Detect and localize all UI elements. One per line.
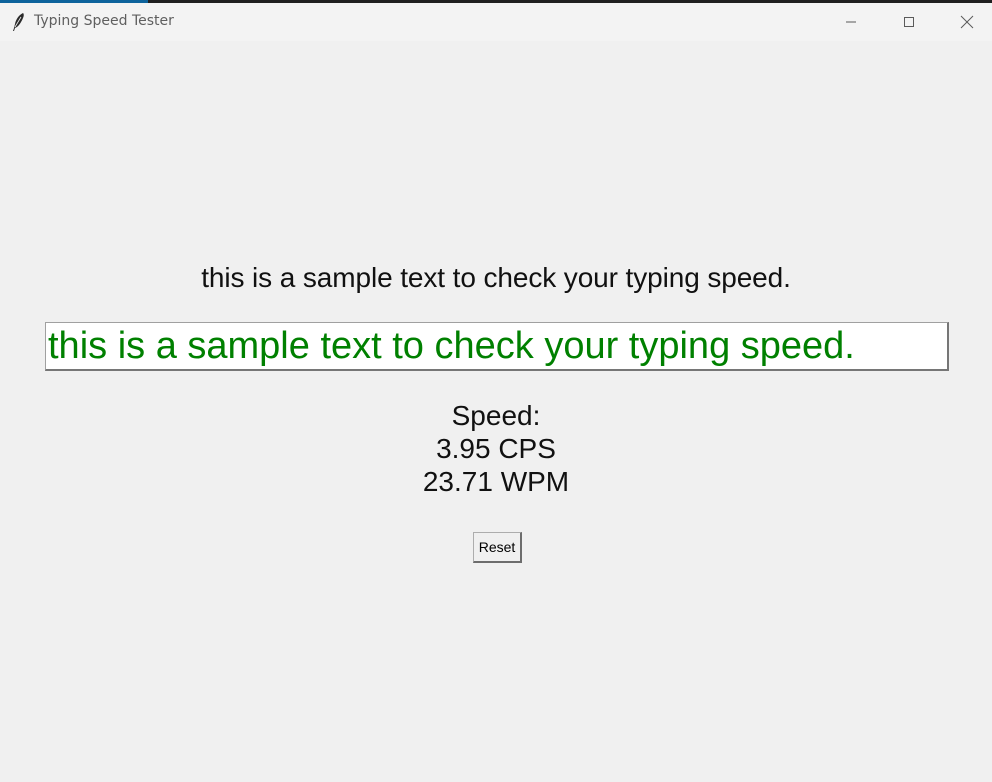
minimize-button[interactable] (822, 3, 880, 41)
cps-value: 3.95 CPS (436, 433, 556, 464)
maximize-icon (904, 17, 914, 27)
minimize-icon (846, 21, 856, 23)
speed-results: Speed: 3.95 CPS 23.71 WPM (0, 399, 992, 498)
sample-text-label: this is a sample text to check your typi… (201, 262, 791, 293)
app-window: Typing Speed Tester this is a sample tex… (0, 0, 992, 782)
feather-icon (13, 13, 24, 31)
close-icon (960, 15, 974, 29)
title-bar[interactable]: Typing Speed Tester (0, 3, 992, 41)
close-button[interactable] (938, 3, 992, 41)
maximize-button[interactable] (880, 3, 938, 41)
speed-heading: Speed: (451, 400, 541, 431)
reset-button[interactable]: Reset (473, 532, 522, 563)
window-title: Typing Speed Tester (34, 13, 174, 29)
wpm-value: 23.71 WPM (422, 466, 570, 497)
typing-input[interactable] (45, 322, 949, 371)
